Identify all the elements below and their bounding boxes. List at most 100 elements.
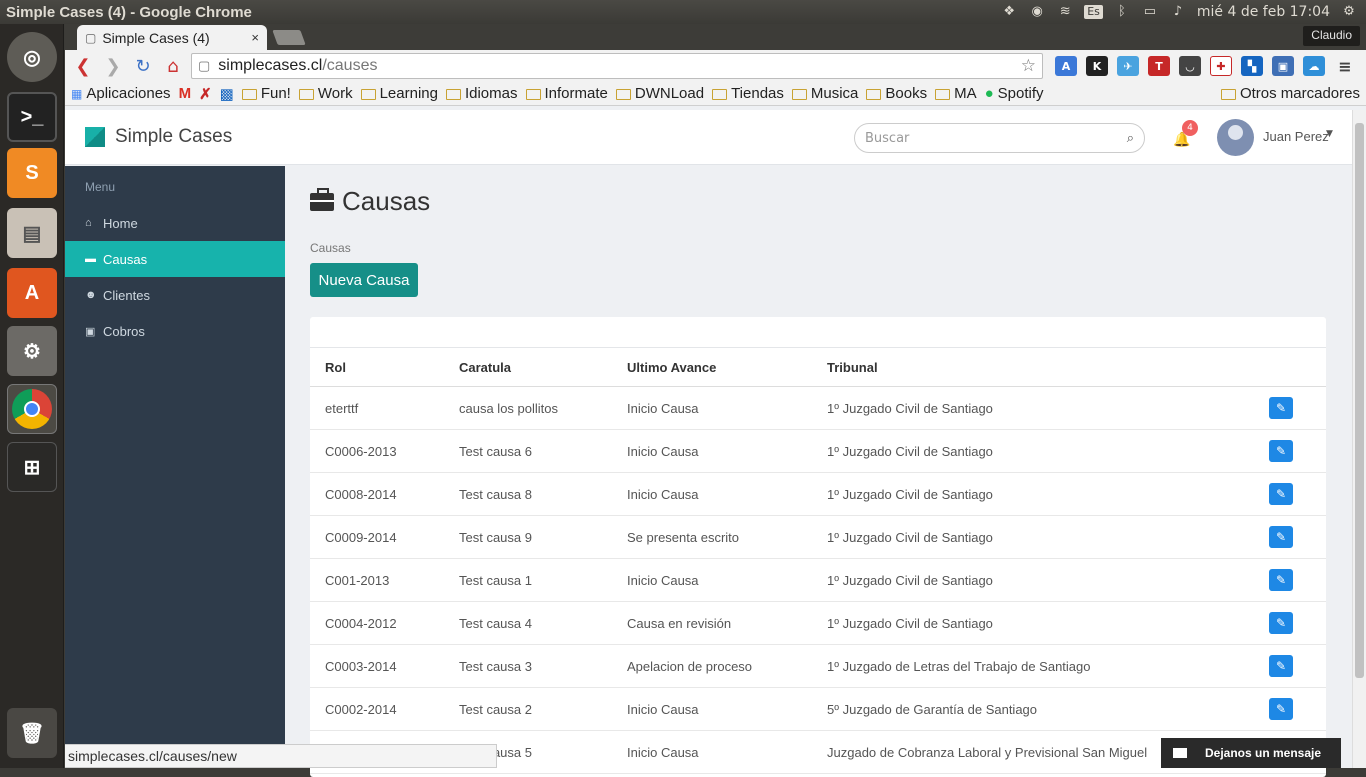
bookmark-folder-dwnload[interactable]: DWNLoad bbox=[615, 85, 704, 102]
profile-button[interactable]: Claudio bbox=[1303, 26, 1360, 46]
bookmark-folder-tiendas[interactable]: Tiendas bbox=[712, 85, 784, 102]
edit-pencil-icon[interactable]: ✎ bbox=[1269, 483, 1293, 505]
sidebar-item-clientes[interactable]: ☻ Clientes bbox=[65, 277, 285, 313]
edit-pencil-icon[interactable]: ✎ bbox=[1269, 397, 1293, 419]
pocket-extension-icon[interactable]: ◡ bbox=[1179, 56, 1201, 76]
chrome-tray-icon[interactable]: ◉ bbox=[1028, 5, 1046, 19]
sidebar-item-label: Home bbox=[103, 215, 138, 231]
bookmark-spotify[interactable]: ● Spotify bbox=[985, 85, 1044, 102]
bird-extension-icon[interactable]: ✈ bbox=[1117, 56, 1139, 76]
chat-widget[interactable]: Dejanos un mensaje bbox=[1161, 738, 1341, 768]
terminal-icon[interactable]: >_ bbox=[7, 92, 57, 142]
search-placeholder: Buscar bbox=[865, 130, 910, 146]
edit-pencil-icon[interactable]: ✎ bbox=[1269, 612, 1293, 634]
bookmark-folder-musica[interactable]: Musica bbox=[791, 85, 858, 102]
bookmark-folder-learning[interactable]: Learning bbox=[360, 85, 438, 102]
t-extension-icon[interactable]: T bbox=[1148, 56, 1170, 76]
bookmark-apps[interactable]: ▦ Aplicaciones bbox=[71, 85, 171, 102]
new-cause-button[interactable]: Nueva Causa bbox=[310, 263, 418, 297]
kindle-extension-icon[interactable]: K bbox=[1086, 56, 1108, 76]
workspace-switcher-icon[interactable]: ⊞ bbox=[7, 442, 57, 492]
table-row[interactable]: C0008-2014 Test causa 8 Inicio Causa 1º Juz… bbox=[310, 472, 1326, 516]
column-header-caratula[interactable]: Caratula bbox=[444, 347, 612, 387]
app-brand[interactable]: Simple Cases bbox=[115, 126, 232, 148]
edit-pencil-icon[interactable]: ✎ bbox=[1269, 440, 1293, 462]
reload-icon[interactable]: ↻ bbox=[131, 54, 155, 78]
user-menu-caret-icon[interactable]: ▼ bbox=[1326, 129, 1333, 139]
search-input[interactable]: Buscar ⌕ bbox=[854, 123, 1145, 153]
bookmark-folder-idiomas[interactable]: Idiomas bbox=[445, 85, 518, 102]
chrome-menu-icon[interactable]: ≡ bbox=[1334, 56, 1356, 76]
sidebar-item-cobros[interactable]: ▣ Cobros bbox=[65, 313, 285, 349]
bookmark-flag-icon[interactable]: ▩ bbox=[220, 85, 234, 103]
avatar[interactable] bbox=[1217, 119, 1254, 156]
table-row[interactable]: C0002-2014 Test causa 2 Inicio Causa 5º Juz… bbox=[310, 687, 1326, 731]
sublime-text-icon[interactable]: S bbox=[7, 148, 57, 198]
user-name[interactable]: Juan Perez bbox=[1263, 129, 1329, 144]
bluetooth-icon[interactable]: ᛒ bbox=[1113, 5, 1131, 19]
bookmark-folder-informate[interactable]: Informate bbox=[525, 85, 608, 102]
software-center-icon[interactable]: A bbox=[7, 268, 57, 318]
sidebar-item-causas[interactable]: ▬ Causas bbox=[65, 241, 285, 277]
battery-icon[interactable]: ▭ bbox=[1141, 5, 1159, 19]
vertical-scrollbar[interactable] bbox=[1352, 110, 1366, 768]
clock[interactable]: mié 4 de feb 17:04 bbox=[1197, 4, 1330, 20]
forward-icon[interactable]: ❯ bbox=[101, 54, 125, 78]
home-icon[interactable]: ⌂ bbox=[161, 54, 185, 78]
bookmark-folder-work[interactable]: Work bbox=[298, 85, 353, 102]
edit-pencil-icon[interactable]: ✎ bbox=[1269, 526, 1293, 548]
bookmark-star-icon[interactable]: ☆ bbox=[1021, 56, 1036, 76]
cell-ultimo-avance: Inicio Causa bbox=[612, 558, 812, 602]
trash-icon[interactable]: 🗑 bbox=[7, 708, 57, 758]
table-row[interactable]: C0003-2014 Test causa 3 Apelacion de proce… bbox=[310, 644, 1326, 688]
bookmark-other[interactable]: Otros marcadores bbox=[1220, 85, 1360, 102]
scrollbar-thumb[interactable] bbox=[1355, 123, 1364, 678]
cloud-extension-icon[interactable]: ☁ bbox=[1303, 56, 1325, 76]
browser-tab[interactable]: ▢ Simple Cases (4) × bbox=[77, 25, 267, 50]
close-tab-icon[interactable]: × bbox=[251, 30, 259, 45]
column-header-actions bbox=[1254, 347, 1326, 387]
page-info-icon[interactable]: ▢ bbox=[198, 58, 210, 74]
simple-cases-logo-icon[interactable] bbox=[85, 127, 105, 147]
bookmark-folder-ma[interactable]: MA bbox=[935, 85, 977, 102]
column-header-ultimo-avance[interactable]: Ultimo Avance bbox=[612, 347, 812, 387]
bookmark-x-icon[interactable]: ✗ bbox=[199, 85, 212, 103]
gmail-icon[interactable]: M bbox=[179, 85, 192, 102]
table-row[interactable]: C001-2013 Test causa 1 Inicio Causa 1º Juzg… bbox=[310, 558, 1326, 602]
breadcrumb[interactable]: Causas bbox=[310, 241, 351, 255]
plus-extension-icon[interactable]: ✚ bbox=[1210, 56, 1232, 76]
table-row[interactable]: C0006-2013 Test causa 6 Inicio Causa 1º Juz… bbox=[310, 429, 1326, 473]
table-row[interactable]: C0009-2014 Test causa 9 Se presenta escrit… bbox=[310, 515, 1326, 559]
volume-icon[interactable]: ♪ bbox=[1169, 5, 1187, 19]
table-row[interactable]: eterttf causa los pollitos Inicio Causa 1º … bbox=[310, 386, 1326, 430]
address-bar[interactable]: ▢ simplecases.cl/causes ☆ bbox=[191, 53, 1043, 79]
search-icon[interactable]: ⌕ bbox=[1127, 131, 1134, 146]
edit-pencil-icon[interactable]: ✎ bbox=[1269, 655, 1293, 677]
keyboard-layout-indicator[interactable]: Es bbox=[1084, 5, 1103, 19]
translate-extension-icon[interactable]: A bbox=[1055, 56, 1077, 76]
ubuntu-icon[interactable]: ◎ bbox=[7, 32, 57, 82]
column-header-rol[interactable]: Rol bbox=[310, 347, 444, 387]
bookmark-folder-books[interactable]: Books bbox=[866, 85, 927, 102]
notifications-badge: 4 bbox=[1182, 120, 1198, 136]
table-row[interactable]: C0004-2012 Test causa 4 Causa en revisión 1… bbox=[310, 601, 1326, 645]
column-header-tribunal[interactable]: Tribunal bbox=[812, 347, 1254, 387]
cell-caratula: Test causa 4 bbox=[444, 601, 612, 645]
edit-pencil-icon[interactable]: ✎ bbox=[1269, 569, 1293, 591]
sidebar-item-home[interactable]: ⌂ Home bbox=[65, 205, 285, 241]
new-tab-button[interactable] bbox=[272, 30, 306, 45]
files-icon[interactable]: ▤ bbox=[7, 208, 57, 258]
bookmark-folder-fun[interactable]: Fun! bbox=[241, 85, 291, 102]
settings-gear-icon[interactable]: ⚙ bbox=[1340, 5, 1358, 19]
chrome-icon[interactable] bbox=[7, 384, 57, 434]
print-extension-icon[interactable]: ▣ bbox=[1272, 56, 1294, 76]
dropbox-icon[interactable]: ❖ bbox=[1000, 5, 1018, 19]
delicious-extension-icon[interactable]: ▚ bbox=[1241, 56, 1263, 76]
wifi-icon[interactable]: ≋ bbox=[1056, 5, 1074, 19]
folder-icon bbox=[1220, 89, 1236, 100]
edit-pencil-icon[interactable]: ✎ bbox=[1269, 698, 1293, 720]
system-settings-icon[interactable]: ⚙ bbox=[7, 326, 57, 376]
tab-title: Simple Cases (4) bbox=[102, 29, 210, 46]
cell-actions: ✎ bbox=[1254, 515, 1326, 559]
back-icon[interactable]: ❮ bbox=[71, 54, 95, 78]
